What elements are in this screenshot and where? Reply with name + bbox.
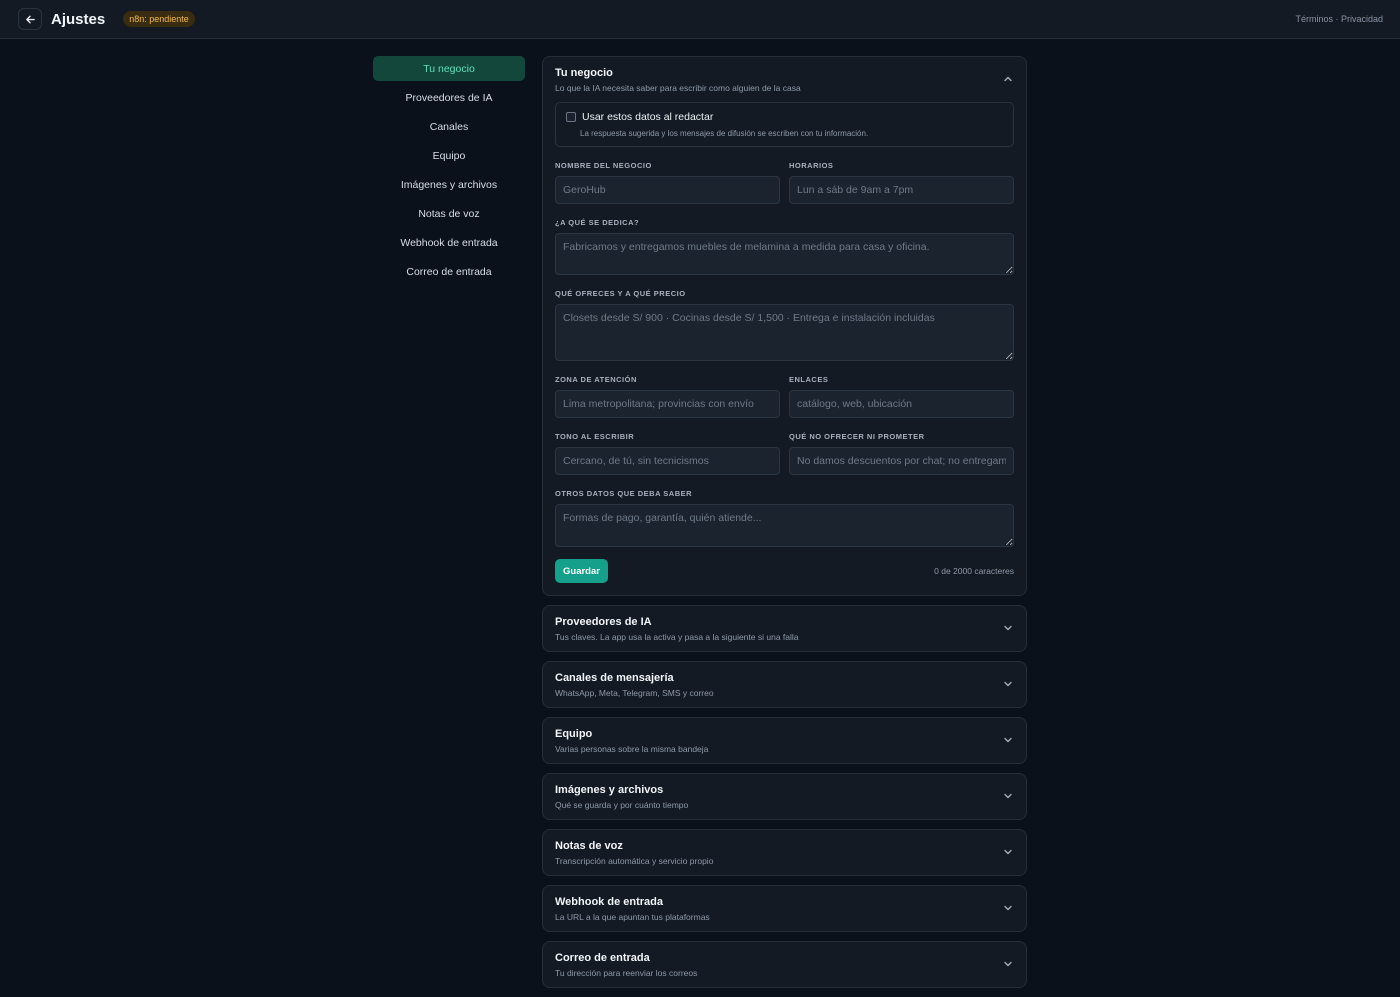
- status-badge: n8n: pendiente: [123, 11, 195, 27]
- avoid-input[interactable]: [789, 447, 1014, 475]
- section-subtitle: Tus claves. La app usa la activa y pasa …: [555, 632, 799, 642]
- section-title: Proveedores de IA: [555, 616, 652, 628]
- section-title: Canales de mensajería: [555, 672, 674, 684]
- section-title: Correo de entrada: [555, 952, 650, 964]
- business-card-body: Usar estos datos al redactar La respuest…: [543, 102, 1026, 595]
- arrow-left-icon: [25, 15, 35, 23]
- footer-links: Términos · Privacidad: [1295, 14, 1383, 24]
- hours-input[interactable]: [789, 176, 1014, 204]
- offer-label: QUÉ OFRECES Y A QUÉ PRECIO: [555, 289, 686, 298]
- privacy-link[interactable]: Privacidad: [1341, 14, 1383, 24]
- section-subtitle: Transcripción automática y servicio prop…: [555, 856, 714, 866]
- business-card-subtitle: Lo que la IA necesita saber para escribi…: [555, 83, 801, 93]
- business-card: Tu negocio Lo que la IA necesita saber p…: [542, 56, 1027, 596]
- section-title: Webhook de entrada: [555, 896, 663, 908]
- business-name-input[interactable]: [555, 176, 780, 204]
- avoid-label: QUÉ NO OFRECER NI PROMETER: [789, 432, 925, 441]
- sidebar-item-voice-notes[interactable]: Notas de voz: [373, 201, 525, 226]
- hours-label: HORARIOS: [789, 161, 834, 170]
- sidebar-item-email[interactable]: Correo de entrada: [373, 259, 525, 284]
- chevron-down-icon[interactable]: [1003, 791, 1013, 801]
- section-subtitle: Qué se guarda y por cuánto tiempo: [555, 800, 689, 810]
- section-ai-providers-header[interactable]: Proveedores de IA Tus claves. La app usa…: [543, 606, 1026, 651]
- chevron-down-icon[interactable]: [1003, 959, 1013, 969]
- use-data-label[interactable]: Usar estos datos al redactar: [582, 111, 713, 123]
- links-separator: ·: [1332, 14, 1341, 24]
- tone-input[interactable]: [555, 447, 780, 475]
- section-webhook-header[interactable]: Webhook de entrada La URL a la que apunt…: [543, 886, 1026, 931]
- sidebar-item-channels[interactable]: Canales: [373, 114, 525, 139]
- chevron-down-icon[interactable]: [1003, 735, 1013, 745]
- sidebar-item-webhook[interactable]: Webhook de entrada: [373, 230, 525, 255]
- use-data-option: Usar estos datos al redactar La respuest…: [555, 102, 1014, 147]
- section-files: Imágenes y archivos Qué se guarda y por …: [542, 773, 1027, 820]
- section-subtitle: La URL a la que apuntan tus plataformas: [555, 912, 710, 922]
- section-subtitle: WhatsApp, Meta, Telegram, SMS y correo: [555, 688, 714, 698]
- use-data-description: La respuesta sugerida y los mensajes de …: [580, 129, 869, 138]
- section-channels-header[interactable]: Canales de mensajería WhatsApp, Meta, Te…: [543, 662, 1026, 707]
- sidebar-item-team[interactable]: Equipo: [373, 143, 525, 168]
- sidebar-item-ai-providers[interactable]: Proveedores de IA: [373, 85, 525, 110]
- chevron-down-icon[interactable]: [1003, 903, 1013, 913]
- chevron-up-icon[interactable]: [1003, 74, 1013, 84]
- settings-content: Tu negocio Lo que la IA necesita saber p…: [542, 56, 1027, 997]
- section-team: Equipo Varias personas sobre la misma ba…: [542, 717, 1027, 764]
- zone-input[interactable]: [555, 390, 780, 418]
- terms-link[interactable]: Términos: [1295, 14, 1333, 24]
- section-title: Equipo: [555, 728, 593, 740]
- other-textarea[interactable]: [555, 504, 1014, 547]
- section-files-header[interactable]: Imágenes y archivos Qué se guarda y por …: [543, 774, 1026, 819]
- links-label: ENLACES: [789, 375, 829, 384]
- back-button[interactable]: [18, 8, 42, 30]
- section-voice-notes-header[interactable]: Notas de voz Transcripción automática y …: [543, 830, 1026, 875]
- use-data-checkbox[interactable]: [566, 112, 576, 122]
- section-email: Correo de entrada Tu dirección para reen…: [542, 941, 1027, 988]
- section-email-header[interactable]: Correo de entrada Tu dirección para reen…: [543, 942, 1026, 987]
- section-title: Imágenes y archivos: [555, 784, 664, 796]
- chevron-down-icon[interactable]: [1003, 847, 1013, 857]
- character-counter: 0 de 2000 caracteres: [934, 566, 1014, 576]
- section-title: Notas de voz: [555, 840, 623, 852]
- sidebar-item-business[interactable]: Tu negocio: [373, 56, 525, 81]
- about-textarea[interactable]: [555, 233, 1014, 275]
- offer-textarea[interactable]: [555, 304, 1014, 361]
- section-channels: Canales de mensajería WhatsApp, Meta, Te…: [542, 661, 1027, 708]
- about-label: ¿A QUÉ SE DEDICA?: [555, 218, 640, 227]
- section-webhook: Webhook de entrada La URL a la que apunt…: [542, 885, 1027, 932]
- business-name-label: NOMBRE DEL NEGOCIO: [555, 161, 652, 170]
- top-bar: Ajustes n8n: pendiente Términos · Privac…: [0, 0, 1400, 39]
- chevron-down-icon[interactable]: [1003, 623, 1013, 633]
- chevron-down-icon[interactable]: [1003, 679, 1013, 689]
- business-card-header[interactable]: Tu negocio Lo que la IA necesita saber p…: [543, 57, 1026, 102]
- sidebar-item-files[interactable]: Imágenes y archivos: [373, 172, 525, 197]
- other-label: OTROS DATOS QUE DEBA SABER: [555, 489, 693, 498]
- page-title: Ajustes: [51, 10, 106, 28]
- links-input[interactable]: [789, 390, 1014, 418]
- save-button[interactable]: Guardar: [555, 559, 608, 583]
- section-team-header[interactable]: Equipo Varias personas sobre la misma ba…: [543, 718, 1026, 763]
- settings-sidebar: Tu negocio Proveedores de IA Canales Equ…: [373, 56, 525, 288]
- zone-label: ZONA DE ATENCIÓN: [555, 375, 637, 384]
- business-card-title: Tu negocio: [555, 67, 613, 79]
- section-voice-notes: Notas de voz Transcripción automática y …: [542, 829, 1027, 876]
- tone-label: TONO AL ESCRIBIR: [555, 432, 635, 441]
- section-ai-providers: Proveedores de IA Tus claves. La app usa…: [542, 605, 1027, 652]
- section-subtitle: Varias personas sobre la misma bandeja: [555, 744, 709, 754]
